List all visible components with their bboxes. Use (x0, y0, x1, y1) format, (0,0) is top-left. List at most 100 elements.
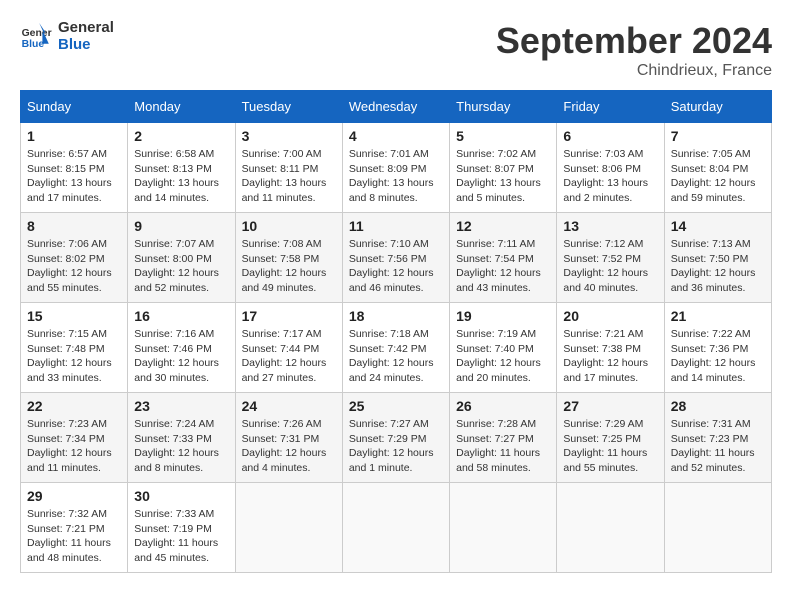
calendar-cell: 1 Sunrise: 6:57 AM Sunset: 8:15 PM Dayli… (21, 123, 128, 213)
sunrise-text: Sunrise: 7:06 AM (27, 238, 107, 250)
daylight-text: Daylight: 13 hours and 17 minutes. (27, 177, 112, 204)
sunset-text: Sunset: 7:21 PM (27, 523, 105, 535)
month-title: September 2024 (496, 20, 772, 62)
daylight-text: Daylight: 13 hours and 5 minutes. (456, 177, 541, 204)
logo: General Blue General Blue (20, 20, 114, 53)
sunset-text: Sunset: 7:38 PM (563, 343, 641, 355)
day-number: 27 (563, 398, 657, 414)
daylight-text: Daylight: 12 hours and 11 minutes. (27, 447, 112, 474)
daylight-text: Daylight: 12 hours and 33 minutes. (27, 357, 112, 384)
sunset-text: Sunset: 8:02 PM (27, 253, 105, 265)
svg-text:Blue: Blue (22, 39, 45, 50)
day-number: 15 (27, 308, 121, 324)
sunrise-text: Sunrise: 7:16 AM (134, 328, 214, 340)
sunrise-text: Sunrise: 7:00 AM (242, 148, 322, 160)
daylight-text: Daylight: 11 hours and 45 minutes. (134, 537, 218, 564)
sunset-text: Sunset: 8:13 PM (134, 163, 212, 175)
daylight-text: Daylight: 11 hours and 55 minutes. (563, 447, 647, 474)
day-number: 10 (242, 218, 336, 234)
col-saturday: Saturday (664, 91, 771, 123)
calendar-cell: 3 Sunrise: 7:00 AM Sunset: 8:11 PM Dayli… (235, 123, 342, 213)
daylight-text: Daylight: 12 hours and 27 minutes. (242, 357, 327, 384)
daylight-text: Daylight: 12 hours and 14 minutes. (671, 357, 756, 384)
calendar-cell: 28 Sunrise: 7:31 AM Sunset: 7:23 PM Dayl… (664, 393, 771, 483)
calendar-cell (664, 483, 771, 573)
calendar-cell: 13 Sunrise: 7:12 AM Sunset: 7:52 PM Dayl… (557, 213, 664, 303)
calendar-cell: 17 Sunrise: 7:17 AM Sunset: 7:44 PM Dayl… (235, 303, 342, 393)
sunrise-text: Sunrise: 7:18 AM (349, 328, 429, 340)
sunset-text: Sunset: 7:27 PM (456, 433, 534, 445)
sunset-text: Sunset: 8:09 PM (349, 163, 427, 175)
sunrise-text: Sunrise: 7:31 AM (671, 418, 751, 430)
day-number: 20 (563, 308, 657, 324)
day-number: 30 (134, 488, 228, 504)
day-number: 25 (349, 398, 443, 414)
sunrise-text: Sunrise: 7:02 AM (456, 148, 536, 160)
calendar-cell: 15 Sunrise: 7:15 AM Sunset: 7:48 PM Dayl… (21, 303, 128, 393)
day-number: 8 (27, 218, 121, 234)
sunset-text: Sunset: 7:19 PM (134, 523, 212, 535)
day-number: 18 (349, 308, 443, 324)
calendar-cell: 20 Sunrise: 7:21 AM Sunset: 7:38 PM Dayl… (557, 303, 664, 393)
daylight-text: Daylight: 12 hours and 43 minutes. (456, 267, 541, 294)
daylight-text: Daylight: 12 hours and 8 minutes. (134, 447, 219, 474)
day-number: 14 (671, 218, 765, 234)
sunset-text: Sunset: 7:58 PM (242, 253, 320, 265)
sunset-text: Sunset: 7:44 PM (242, 343, 320, 355)
calendar-cell: 25 Sunrise: 7:27 AM Sunset: 7:29 PM Dayl… (342, 393, 449, 483)
daylight-text: Daylight: 12 hours and 36 minutes. (671, 267, 756, 294)
sunset-text: Sunset: 8:11 PM (242, 163, 319, 175)
calendar-cell (235, 483, 342, 573)
calendar-cell: 26 Sunrise: 7:28 AM Sunset: 7:27 PM Dayl… (450, 393, 557, 483)
daylight-text: Daylight: 11 hours and 58 minutes. (456, 447, 540, 474)
calendar-cell: 7 Sunrise: 7:05 AM Sunset: 8:04 PM Dayli… (664, 123, 771, 213)
day-number: 24 (242, 398, 336, 414)
page-header: General Blue General Blue September 2024… (20, 20, 772, 80)
col-thursday: Thursday (450, 91, 557, 123)
col-sunday: Sunday (21, 91, 128, 123)
sunrise-text: Sunrise: 7:05 AM (671, 148, 751, 160)
sunset-text: Sunset: 7:46 PM (134, 343, 212, 355)
daylight-text: Daylight: 13 hours and 11 minutes. (242, 177, 327, 204)
calendar-cell: 18 Sunrise: 7:18 AM Sunset: 7:42 PM Dayl… (342, 303, 449, 393)
day-number: 2 (134, 128, 228, 144)
sunrise-text: Sunrise: 7:08 AM (242, 238, 322, 250)
day-number: 21 (671, 308, 765, 324)
sunset-text: Sunset: 7:56 PM (349, 253, 427, 265)
col-monday: Monday (128, 91, 235, 123)
daylight-text: Daylight: 12 hours and 1 minute. (349, 447, 434, 474)
calendar-cell: 6 Sunrise: 7:03 AM Sunset: 8:06 PM Dayli… (557, 123, 664, 213)
calendar-cell: 19 Sunrise: 7:19 AM Sunset: 7:40 PM Dayl… (450, 303, 557, 393)
sunrise-text: Sunrise: 7:03 AM (563, 148, 643, 160)
sunset-text: Sunset: 8:15 PM (27, 163, 105, 175)
calendar-table: Sunday Monday Tuesday Wednesday Thursday… (20, 90, 772, 573)
sunrise-text: Sunrise: 6:57 AM (27, 148, 107, 160)
calendar-cell: 11 Sunrise: 7:10 AM Sunset: 7:56 PM Dayl… (342, 213, 449, 303)
daylight-text: Daylight: 13 hours and 14 minutes. (134, 177, 219, 204)
sunset-text: Sunset: 7:52 PM (563, 253, 641, 265)
daylight-text: Daylight: 12 hours and 52 minutes. (134, 267, 219, 294)
location: Chindrieux, France (496, 62, 772, 80)
daylight-text: Daylight: 12 hours and 49 minutes. (242, 267, 327, 294)
sunrise-text: Sunrise: 7:24 AM (134, 418, 214, 430)
calendar-cell: 5 Sunrise: 7:02 AM Sunset: 8:07 PM Dayli… (450, 123, 557, 213)
sunrise-text: Sunrise: 7:27 AM (349, 418, 429, 430)
sunset-text: Sunset: 7:33 PM (134, 433, 212, 445)
day-number: 22 (27, 398, 121, 414)
calendar-cell: 2 Sunrise: 6:58 AM Sunset: 8:13 PM Dayli… (128, 123, 235, 213)
day-number: 5 (456, 128, 550, 144)
col-tuesday: Tuesday (235, 91, 342, 123)
sunrise-text: Sunrise: 7:13 AM (671, 238, 751, 250)
col-friday: Friday (557, 91, 664, 123)
daylight-text: Daylight: 11 hours and 48 minutes. (27, 537, 111, 564)
daylight-text: Daylight: 13 hours and 2 minutes. (563, 177, 648, 204)
day-number: 23 (134, 398, 228, 414)
calendar-cell: 9 Sunrise: 7:07 AM Sunset: 8:00 PM Dayli… (128, 213, 235, 303)
sunrise-text: Sunrise: 7:22 AM (671, 328, 751, 340)
sunset-text: Sunset: 8:06 PM (563, 163, 641, 175)
calendar-cell: 23 Sunrise: 7:24 AM Sunset: 7:33 PM Dayl… (128, 393, 235, 483)
sunset-text: Sunset: 8:00 PM (134, 253, 212, 265)
calendar-cell (450, 483, 557, 573)
sunset-text: Sunset: 8:07 PM (456, 163, 534, 175)
sunrise-text: Sunrise: 7:32 AM (27, 508, 107, 520)
